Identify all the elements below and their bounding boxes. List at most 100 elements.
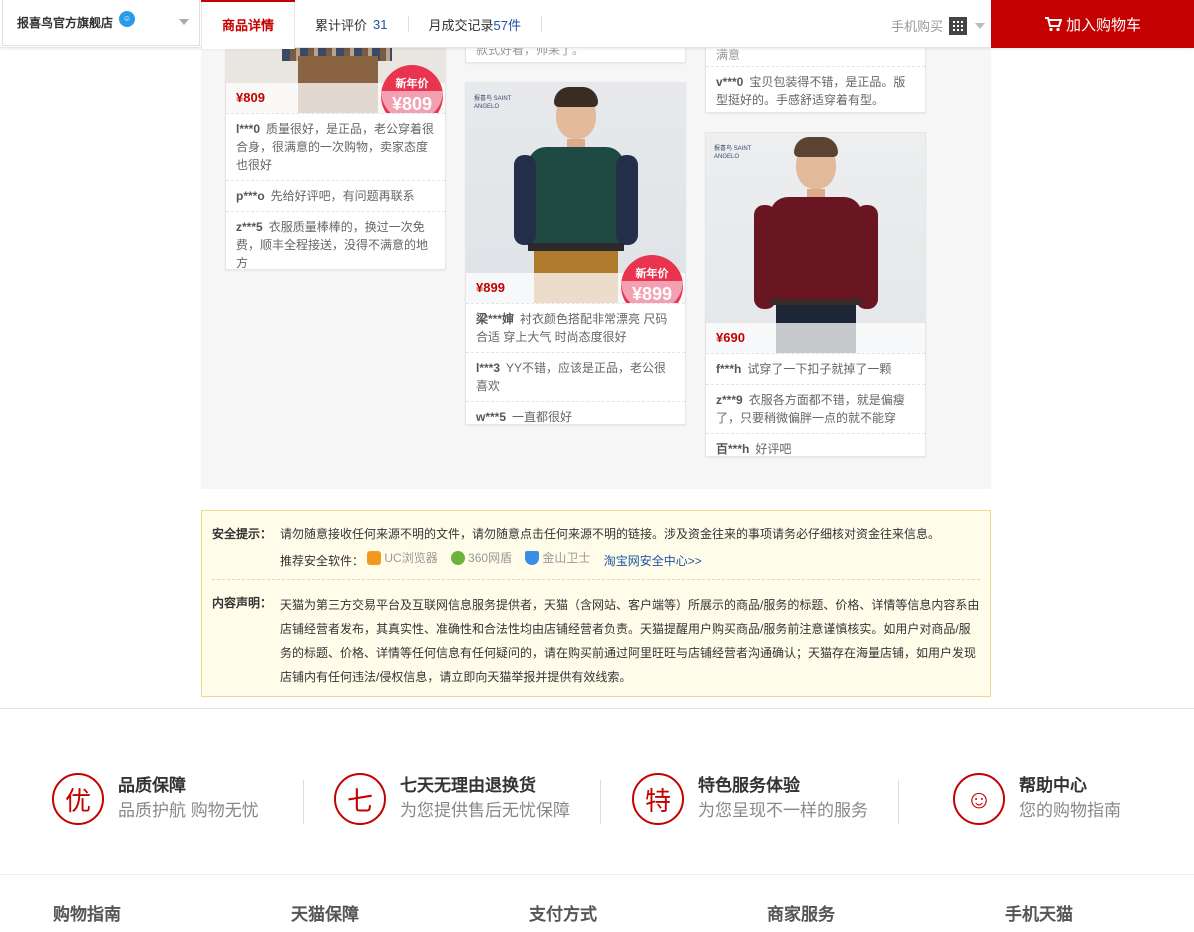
promo-badge: 新年价 ¥899 [621,255,683,303]
reviewer: z***9 [716,393,743,407]
software-uc[interactable]: UC浏览器 [367,546,438,570]
service-quality[interactable]: 优 品质保障 品质护航 购物无忧 [52,772,259,826]
sales-count: 57件 [493,17,521,33]
add-to-cart-label: 加入购物车 [1065,16,1141,34]
footer-col-tmall-guarantee[interactable]: 天猫保障 [291,900,359,925]
review-text: 衣服质量棒棒的，换过一次免费，顺丰全程接送，没得不满意的地方 [236,220,429,270]
tab-reviews[interactable]: 累计评价 31 [295,0,407,48]
service-title: 特色服务体验 [698,776,800,795]
mobile-buy[interactable]: 手机购买 [891,16,986,35]
add-to-cart-button[interactable]: 加入购物车 [991,0,1194,48]
review-text: 先给好评吧，有问题再联系 [270,189,415,203]
review-text: 衣服各方面都不错，就是偏瘦了，只要稍微偏胖一点的就不能穿 [716,393,905,425]
review-item: f***h 试穿了一下扣子就掉了一颗 [706,353,925,384]
software-kingsoft[interactable]: 金山卫士 [525,546,590,570]
help-center-icon: ☺ [953,773,1005,825]
divider [0,874,1194,875]
service-subtitle: 为您提供售后无忧保障 [400,801,570,820]
content-label-row: 内容声明： [212,591,280,615]
chevron-down-icon [975,22,986,29]
brand-logo: 报喜鸟 SAINT ANGELO [714,146,752,160]
reviewer: l***0 [236,122,261,136]
review-item: l***0 质量很好，是正品，老公穿着很合身，很满意的一次购物，卖家态度也很好 [226,113,445,180]
reviewer: 梁***婶 [476,312,515,326]
recommend-label: 推荐安全软件： [280,554,365,568]
divider [600,780,601,824]
divider [303,780,304,824]
review-item: l***3 YY不错，应该是正品，老公很喜欢 [466,352,685,401]
footer-col-mobile-tmall[interactable]: 手机天猫 [1005,900,1073,925]
reviewer: p***o [236,189,265,203]
review-item: z***5 衣服质量棒棒的，换过一次免费，顺丰全程接送，没得不满意的地方 [226,211,445,270]
divider [0,708,1194,709]
promo-badge: 新年价 ¥809 [381,65,443,113]
product-photo[interactable]: 报喜鸟 SAINT ANGELO ¥690 [706,133,925,353]
review-text: 质量很好，是正品，老公穿着很合身，很满意的一次购物，卖家态度也很好 [236,122,435,172]
divider [898,780,899,824]
tab-reviews-label: 累计评价 [315,17,368,33]
shop-name[interactable]: 报喜鸟官方旗舰店 [17,14,113,31]
tab-sales-label: 月成交记录 [428,17,494,33]
software-360[interactable]: 360网盾 [451,546,512,570]
review-item: v***0 宝贝包装得不错，是正品。版型挺好的。手感舒适穿着有型。 [706,66,925,112]
review-text: 一直都很好 [512,410,573,424]
software-label: 金山卫士 [542,551,591,565]
promo-price: ¥809 [381,91,443,113]
review-card[interactable]: 报喜鸟 SAINT ANGELO ¥690 f***h 试穿了一下扣子就掉了一颗 … [705,132,926,457]
service-title: 帮助中心 [1019,776,1087,795]
service-subtitle: 品质护航 购物无忧 [118,801,259,820]
recommended-software: 推荐安全软件： UC浏览器 360网盾 金山卫士 淘宝网安全中心>> [280,546,702,573]
shield-icon [525,551,540,565]
service-subtitle: 为您呈现不一样的服务 [698,801,868,820]
review-price: ¥690 [706,323,925,353]
chevron-down-icon[interactable] [179,19,189,25]
product-photo[interactable]: 报喜鸟 SAINT ANGELO ¥899 新年价 ¥899 [466,83,685,303]
safety-tip: 安全提示： 请勿随意接收任何来源不明的文件，请勿随意点击任何来源不明的链接。涉及资… [212,522,940,546]
uc-browser-icon [367,551,382,565]
quality-icon: 优 [52,773,104,825]
promo-label: 新年价 [635,268,669,280]
seven-day-icon: 七 [334,773,386,825]
shop-selector[interactable]: 报喜鸟官方旗舰店 ☺ [2,0,200,46]
mobile-buy-label: 手机购买 [891,19,944,34]
model-figure [753,137,878,353]
review-item: w***5 一直都很好 [466,401,685,424]
review-item: p***o 先给好评吧，有问题再联系 [226,180,445,211]
service-subtitle: 您的购物指南 [1019,801,1121,820]
content-label: 内容声明： [212,596,273,610]
service-help-center[interactable]: ☺ 帮助中心 您的购物指南 [953,772,1121,826]
review-card[interactable]: 报喜鸟 SAINT ANGELO ¥899 新年价 ¥899 梁***婶 衬衣颜色… [465,82,686,425]
footer-col-shopping-guide[interactable]: 购物指南 [53,900,121,925]
model-figure [513,87,638,303]
review-item: z***9 衣服各方面都不错，就是偏瘦了，只要稍微偏胖一点的就不能穿 [706,384,925,433]
top-bar: 报喜鸟官方旗舰店 ☺ 商品详情 累计评价 31 月成交记录 57件 手机购买 加入… [0,0,1194,49]
reviewer: w***5 [476,410,507,424]
service-title: 七天无理由退换货 [400,776,536,795]
review-item: 百***h 好评吧 [706,433,925,456]
divider [212,579,980,580]
review-text: YY不错，应该是正品，老公很喜欢 [476,361,667,393]
security-center-link[interactable]: 淘宝网安全中心>> [604,554,702,568]
cart-icon [1044,17,1062,32]
review-text: 宝贝包装得不错，是正品。版型挺好的。手感舒适穿着有型。 [716,75,906,107]
footer-col-merchant-service[interactable]: 商家服务 [767,900,835,925]
review-text: 好评吧 [755,442,792,456]
security-notice: 安全提示： 请勿随意接收任何来源不明的文件，请勿随意点击任何来源不明的链接。涉及资… [201,510,991,697]
footer-col-payment[interactable]: 支付方式 [529,900,597,925]
service-special[interactable]: 特 特色服务体验 为您呈现不一样的服务 [632,772,868,826]
wangwang-icon[interactable]: ☺ [119,10,136,27]
reviews-count: 31 [373,16,388,32]
special-service-icon: 特 [632,773,684,825]
software-label: UC浏览器 [384,551,438,565]
reviewer: 百***h [716,442,750,456]
service-seven-day-return[interactable]: 七 七天无理由退换货 为您提供售后无忧保障 [334,772,570,826]
tab-sales[interactable]: 月成交记录 57件 [409,0,541,48]
software-label: 360网盾 [468,551,513,565]
review-item: 梁***婶 衬衣颜色搭配非常漂亮 尺码合适 穿上大气 时尚态度很好 [466,303,685,352]
promo-label: 新年价 [395,78,429,90]
service-title: 品质保障 [118,776,186,795]
content-statement: 天猫为第三方交易平台及互联网信息服务提供者，天猫（含网站、客户端等）所展示的商品… [280,598,980,684]
review-text: 试穿了一下扣子就掉了一颗 [747,362,892,376]
tab-detail[interactable]: 商品详情 [201,0,296,49]
qr-code-icon[interactable] [949,16,968,35]
